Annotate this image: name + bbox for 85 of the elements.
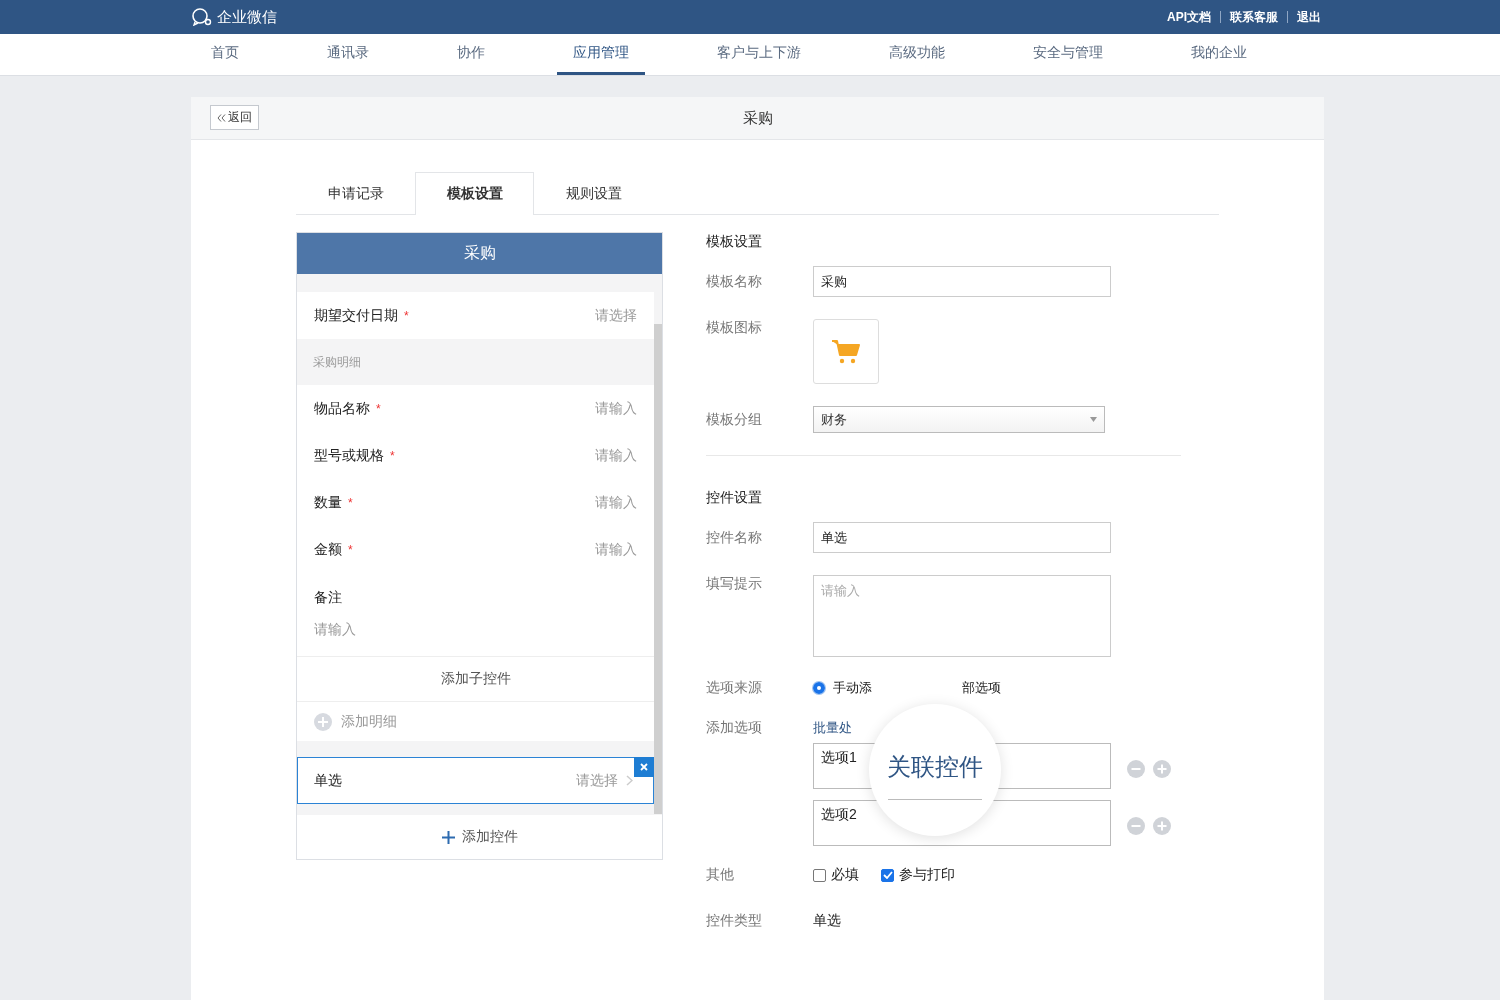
required-mark: * xyxy=(348,495,353,510)
field-hint: 请输入 xyxy=(595,540,637,559)
preview-header: 采购 xyxy=(297,233,662,274)
plus-circle-icon[interactable] xyxy=(1153,760,1171,778)
checkbox[interactable] xyxy=(881,868,894,882)
scrollbar[interactable] xyxy=(654,324,662,814)
section-label: 采购明细 xyxy=(313,353,361,371)
add-control-button[interactable]: 添加控件 xyxy=(441,828,518,846)
option-label: 部选项 xyxy=(962,679,1001,697)
field-label: 填写提示 xyxy=(706,575,763,593)
field-label: 数量 * xyxy=(314,493,353,512)
field-label: 物品名称 * xyxy=(314,399,381,418)
field-label: 单选 xyxy=(314,771,342,790)
dropdown-arrow-icon xyxy=(1090,417,1097,422)
group-dropdown[interactable]: 财务 xyxy=(813,406,1105,433)
required-mark: * xyxy=(376,401,381,416)
batch-link[interactable]: 批量处 xyxy=(813,719,852,737)
field-hint: 请选择 xyxy=(576,771,618,790)
section-heading: 控件设置 xyxy=(706,488,763,507)
field-label: 添加选项 xyxy=(706,719,763,737)
tab[interactable]: 申请记录 xyxy=(296,172,415,215)
section-heading: 模板设置 xyxy=(706,232,763,251)
hint-textarea[interactable]: 请输入 xyxy=(813,575,1111,657)
nav-tab[interactable]: 协作 xyxy=(441,34,501,75)
plus-icon xyxy=(441,830,455,844)
field-label: 模板图标 xyxy=(706,319,763,337)
cart-icon xyxy=(831,338,861,365)
nav-tab[interactable]: 我的企业 xyxy=(1175,34,1263,75)
nav-tab[interactable]: 通讯录 xyxy=(311,34,385,75)
minus-circle-icon[interactable] xyxy=(1127,760,1145,778)
form-field[interactable]: 数量 * 请输入 xyxy=(297,479,654,526)
field-label: 金额 * xyxy=(314,540,353,559)
field-hint: 请输入 xyxy=(595,446,637,465)
plus-circle-icon[interactable] xyxy=(1153,817,1171,835)
field-label: 备注 xyxy=(314,589,343,607)
nav-tab[interactable]: 高级功能 xyxy=(873,34,961,75)
add-sub-control-link[interactable]: 添加子控件 xyxy=(440,670,511,688)
field-label: 型号或规格 * xyxy=(314,446,395,465)
control-name-input[interactable]: 单选 xyxy=(813,522,1111,553)
required-mark: * xyxy=(404,308,409,323)
control-type-value: 单选 xyxy=(813,912,841,930)
field-hint: 请输入 xyxy=(314,621,357,639)
field-hint: 请选择 xyxy=(595,306,637,325)
field-label: 其他 xyxy=(706,866,735,884)
close-icon xyxy=(640,763,648,771)
field-label: 模板分组 xyxy=(706,410,763,429)
field-hint: 请输入 xyxy=(595,399,637,418)
double-chevron-left-icon xyxy=(217,113,226,122)
checkbox[interactable] xyxy=(813,868,826,882)
checkbox-option[interactable]: 参与打印 xyxy=(881,866,955,884)
page-title: 采购 xyxy=(742,108,773,128)
plus-circle-icon xyxy=(314,712,332,731)
nav-tab[interactable]: 应用管理 xyxy=(557,34,645,75)
form-field[interactable]: 物品名称 * 请输入 xyxy=(297,385,654,432)
field-label: 选项来源 xyxy=(706,679,763,697)
minus-circle-icon[interactable] xyxy=(1127,817,1145,835)
field-label: 期望交付日期 * xyxy=(314,306,409,325)
field-label: 模板名称 xyxy=(706,272,763,291)
field-hint: 请输入 xyxy=(595,493,637,512)
top-link[interactable]: API文档 xyxy=(1164,8,1214,26)
template-icon-button[interactable] xyxy=(813,319,879,384)
logo-text: 企业微信 xyxy=(217,7,277,27)
magnified-text: 关联控件 xyxy=(887,751,983,782)
nav-tab[interactable]: 首页 xyxy=(195,34,255,75)
checkbox-option[interactable]: 必填 xyxy=(813,866,859,884)
top-link[interactable]: 联系客服 xyxy=(1227,8,1281,26)
back-button[interactable]: 返回 xyxy=(210,105,259,130)
form-field[interactable]: 期望交付日期 * 请选择 xyxy=(297,292,654,339)
tab[interactable]: 规则设置 xyxy=(534,172,653,215)
form-field[interactable]: 金额 * 请输入 xyxy=(297,526,654,573)
chat-bubble-icon xyxy=(191,8,213,26)
nav-tab[interactable]: 安全与管理 xyxy=(1017,34,1119,75)
template-name-input[interactable]: 采购 xyxy=(813,266,1111,297)
tab[interactable]: 模板设置 xyxy=(415,172,534,215)
form-field[interactable]: 型号或规格 * 请输入 xyxy=(297,432,654,479)
selected-form-field[interactable]: 单选 请选择 xyxy=(297,757,654,804)
field-label: 控件名称 xyxy=(706,528,763,547)
required-mark: * xyxy=(348,542,353,557)
field-label: 控件类型 xyxy=(706,912,763,930)
top-link[interactable]: 退出 xyxy=(1294,8,1324,26)
close-button[interactable] xyxy=(634,757,654,777)
required-mark: * xyxy=(390,448,395,463)
nav-tab[interactable]: 客户与上下游 xyxy=(701,34,817,75)
chevron-right-icon xyxy=(626,775,633,786)
radio-option[interactable]: 手动添 xyxy=(813,679,872,697)
